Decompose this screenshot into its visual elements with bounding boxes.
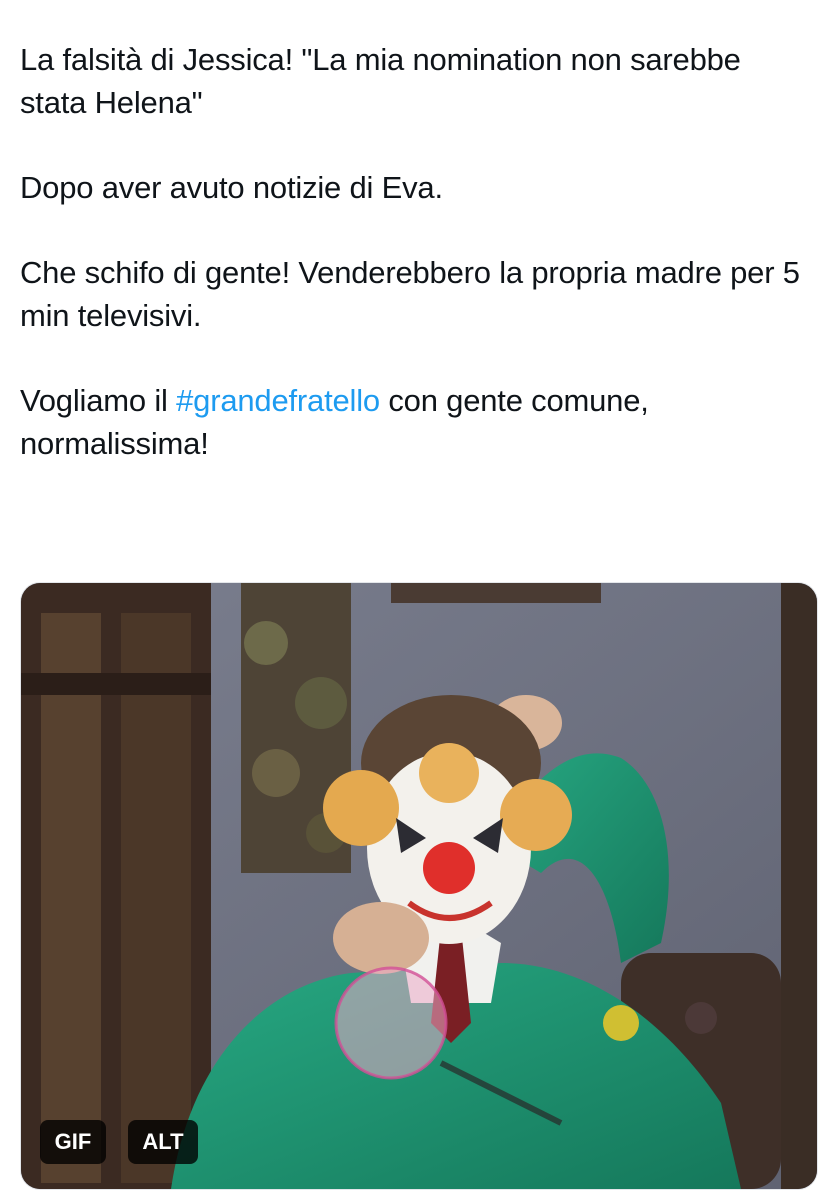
clown-hair-right	[500, 779, 572, 851]
shelf-beam	[21, 673, 211, 695]
hand-holding-mask	[333, 902, 429, 974]
plant-leaf	[244, 621, 288, 665]
gif-frame-illustration	[21, 583, 817, 1189]
alt-text-badge[interactable]: ALT	[128, 1120, 198, 1164]
clown-hair-top	[419, 743, 479, 803]
tweet-text-segment: Vogliamo il	[20, 383, 177, 418]
tweet-paragraph-3: Che schifo di gente! Venderebbero la pro…	[20, 255, 800, 333]
watermark-figure	[685, 1002, 717, 1034]
tweet-paragraph-1: La falsità di Jessica! "La mia nominatio…	[20, 42, 741, 120]
tweet-text: La falsità di Jessica! "La mia nominatio…	[20, 38, 810, 507]
plant-leaf	[252, 749, 300, 797]
gif-media[interactable]	[20, 582, 818, 1190]
watermark-circle	[334, 966, 448, 1080]
watermark-figure	[603, 1005, 639, 1041]
wood-panel	[121, 613, 191, 1183]
plant-leaf	[295, 677, 347, 729]
hashtag-link[interactable]: #grandefratello	[176, 383, 380, 418]
wood-panel	[41, 613, 101, 1183]
right-doorframe	[781, 583, 817, 1189]
tweet-paragraph-2: Dopo aver avuto notizie di Eva.	[20, 170, 443, 205]
wall-frame	[391, 583, 601, 603]
gif-badge[interactable]: GIF	[40, 1120, 106, 1164]
tweet-paragraph-4: Vogliamo il #grandefratello con gente co…	[20, 379, 810, 465]
clown-nose	[423, 842, 475, 894]
clown-hair-left	[323, 770, 399, 846]
